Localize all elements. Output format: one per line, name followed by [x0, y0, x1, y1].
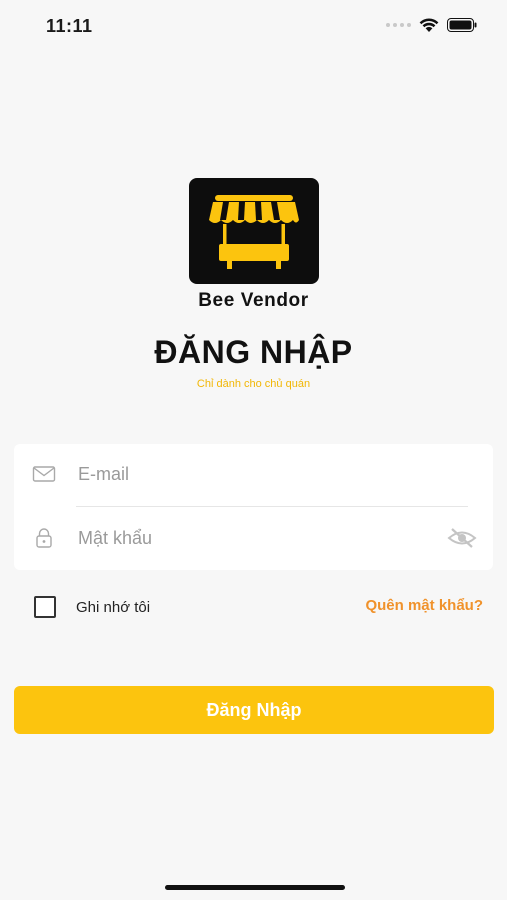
status-bar: 11:11 — [0, 0, 507, 54]
eye-slash-icon[interactable] — [447, 526, 477, 550]
field-divider — [76, 506, 468, 507]
battery-icon — [447, 18, 477, 32]
email-input[interactable] — [76, 458, 440, 490]
forgot-password-link[interactable]: Quên mật khẩu? — [365, 597, 483, 614]
envelope-icon — [32, 466, 56, 482]
email-field — [14, 444, 493, 506]
home-indicator — [165, 885, 345, 890]
remember-me[interactable]: Ghi nhớ tôi — [34, 596, 150, 618]
page-title: ĐĂNG NHẬP — [154, 334, 353, 370]
remember-checkbox[interactable] — [34, 596, 56, 618]
remember-label: Ghi nhớ tôi — [76, 598, 151, 616]
lock-icon — [36, 528, 52, 548]
market-stall-icon — [209, 195, 299, 269]
login-button[interactable]: Đăng Nhập — [14, 686, 494, 734]
wifi-icon — [419, 18, 439, 32]
password-field — [14, 508, 493, 570]
password-input[interactable] — [76, 522, 440, 554]
cellular-signal-icon — [386, 23, 411, 27]
page-subtitle: Chỉ dành cho chủ quán — [196, 378, 311, 390]
login-form — [14, 444, 493, 570]
brand-name: Bee Vendor — [198, 290, 309, 311]
app-logo — [189, 178, 319, 284]
status-time: 11:11 — [46, 16, 93, 36]
status-icons — [386, 17, 477, 33]
